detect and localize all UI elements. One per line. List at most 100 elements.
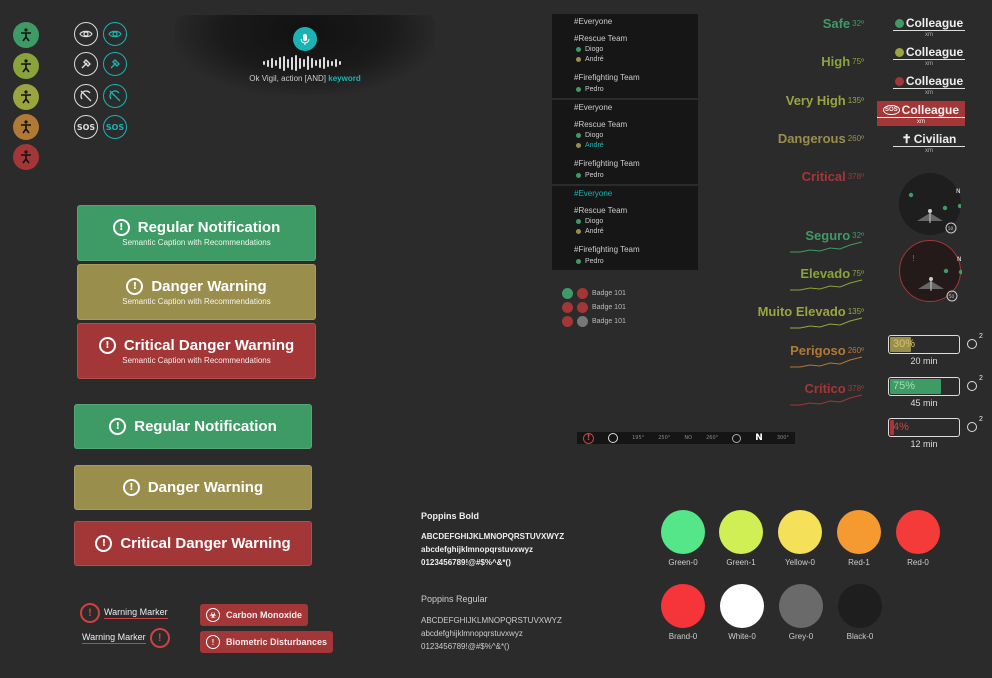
sos-button-active[interactable]: SOS	[103, 115, 127, 139]
sos-icon: SOS	[76, 122, 96, 132]
person-icon	[21, 59, 31, 73]
notification-danger-small[interactable]: ! Danger Warning	[74, 465, 312, 510]
target-icon	[732, 433, 742, 443]
wave-bar	[275, 60, 277, 66]
person-icon	[21, 90, 31, 104]
font-sample-bold-upper: ABCDEFGHIJKLMNOPQRSTUVXWYZ	[421, 532, 565, 541]
notification-regular-small[interactable]: ! Regular Notification	[74, 404, 312, 449]
wave-bar	[271, 58, 273, 68]
notification-critical-small[interactable]: ! Critical Danger Warning	[74, 521, 312, 566]
wave-bar	[299, 57, 301, 69]
alert-icon: !	[206, 635, 220, 649]
wave-bar	[323, 57, 325, 69]
no-sound-button[interactable]	[74, 84, 98, 108]
status-dot-icon	[894, 47, 904, 57]
status-person-dangerous[interactable]	[13, 114, 39, 140]
svg-text:50: 50	[949, 294, 955, 299]
person-icon	[21, 150, 31, 164]
microphone-button[interactable]	[293, 27, 317, 51]
flashlight-icon	[110, 59, 120, 69]
swatch-green-1: Green-1	[719, 510, 763, 567]
font-sample-bold-nums: 0123456789!@#$%^&*()	[421, 558, 511, 567]
alert-icon: !	[80, 603, 100, 623]
font-sample-regular-title: Poppins Regular	[421, 594, 488, 604]
role-civilian[interactable]: ✝ Civilian xm	[893, 132, 965, 154]
font-sample-bold-title: Poppins Bold	[421, 511, 479, 521]
compass-minimap-2[interactable]: ! N 50	[899, 240, 964, 302]
badge-row-2[interactable]: Badge 101	[562, 302, 626, 313]
wave-bar	[295, 55, 297, 71]
oxygen-icon	[967, 339, 977, 349]
font-sample-regular-nums: 0123456789!@#$%^&*()	[421, 642, 510, 651]
no-sound-icon	[80, 90, 92, 102]
role-colleague-yellow[interactable]: Colleague xm	[893, 45, 965, 67]
alert-icon: !	[112, 219, 130, 236]
status-person-very-high[interactable]	[13, 84, 39, 110]
sos-button[interactable]: SOS	[74, 115, 98, 139]
audio-waveform	[263, 55, 347, 71]
swatch-red-0: Red-0	[896, 510, 940, 567]
badge-icon	[562, 288, 573, 299]
chat-panel-1[interactable]: #Everyone #Rescue Team Diogo André #Fire…	[552, 14, 698, 98]
flashlight-button[interactable]	[74, 52, 98, 76]
badge-icon	[562, 316, 573, 327]
swatch-brand-0: Brand-0	[661, 584, 705, 641]
compass-minimap-1[interactable]: N 50	[899, 173, 963, 235]
wave-bar	[311, 58, 313, 68]
warning-marker-right[interactable]: Warning Marker!	[82, 628, 170, 648]
chat-panel-3[interactable]: #Everyone #Rescue Team Diogo André #Fire…	[552, 186, 698, 270]
person-icon	[21, 28, 31, 42]
status-person-high[interactable]	[13, 53, 39, 79]
no-sound-button-active[interactable]	[103, 84, 127, 108]
eye-icon	[108, 30, 122, 38]
oxygen-icon	[967, 381, 977, 391]
eye-button[interactable]	[74, 22, 98, 46]
heading-bar[interactable]: ! 195° 250° NO 260° N 300°	[577, 432, 795, 444]
minimap-icon: ! N 50	[912, 254, 964, 302]
swatch-black-0: Black-0	[838, 584, 882, 641]
notification-danger-large[interactable]: ! Danger Warning Semantic Caption with Re…	[77, 264, 316, 320]
level-very-high: Very High 135º	[785, 93, 864, 108]
font-sample-bold-lower: abcdefghijklmnopqrstuvxwyz	[421, 545, 534, 554]
wave-bar	[319, 58, 321, 68]
alert-icon: !	[149, 628, 170, 648]
ring-icon	[608, 433, 619, 443]
wave-bar	[303, 59, 305, 67]
wave-bar	[263, 61, 265, 65]
alert-icon: !	[95, 535, 113, 552]
svg-text:N: N	[957, 256, 962, 263]
oxygen-gauge-4: 4% 2 12 min	[888, 416, 983, 449]
minimap-icon: N 50	[908, 188, 963, 234]
wave-bar	[283, 55, 285, 71]
swatch-green-0: Green-0	[661, 510, 705, 567]
badge-row-1[interactable]: Badge 101	[562, 288, 626, 299]
badge-row-3[interactable]: Badge 101	[562, 316, 626, 327]
font-sample-regular-upper: ABCDEFGHIJKLMNOPQRSTUVXWYZ	[421, 616, 562, 625]
flashlight-button-active[interactable]	[103, 52, 127, 76]
status-person-safe[interactable]	[13, 22, 39, 48]
wave-bar	[267, 59, 269, 67]
status-person-critical[interactable]	[13, 144, 39, 170]
no-sound-icon	[109, 90, 121, 102]
sparkline-seguro	[790, 241, 863, 253]
role-colleague-green[interactable]: Colleague xm	[893, 16, 965, 38]
warning-marker-left[interactable]: ! Warning Marker	[80, 603, 168, 623]
sos-icon: SOS	[105, 122, 125, 132]
microphone-icon	[300, 34, 310, 45]
swatch-white-0: White-0	[720, 584, 764, 641]
tag-biometric-disturbances[interactable]: ! Biometric Disturbances	[200, 631, 334, 653]
eye-button-active[interactable]	[103, 22, 127, 46]
level-high: High 75º	[821, 54, 864, 69]
notification-critical-large[interactable]: ! Critical Danger Warning Semantic Captio…	[77, 323, 316, 379]
oxygen-gauge-75: 75% 2 45 min	[888, 375, 983, 408]
alert-icon: !	[583, 432, 594, 444]
status-dot-icon	[894, 18, 904, 28]
wave-bar	[287, 58, 289, 68]
tag-carbon-monoxide[interactable]: ☣ Carbon Monoxide	[200, 604, 308, 626]
notification-regular-large[interactable]: ! Regular Notification Semantic Caption w…	[77, 205, 316, 261]
badge-icon	[577, 288, 588, 299]
chat-panel-2[interactable]: #Everyone #Rescue Team Diogo André #Fire…	[552, 100, 698, 184]
role-colleague-red[interactable]: Colleague xm	[893, 74, 965, 96]
swatch-yellow-0: Yellow-0	[778, 510, 822, 567]
role-colleague-sos[interactable]: SOS Colleague xm	[877, 101, 965, 126]
